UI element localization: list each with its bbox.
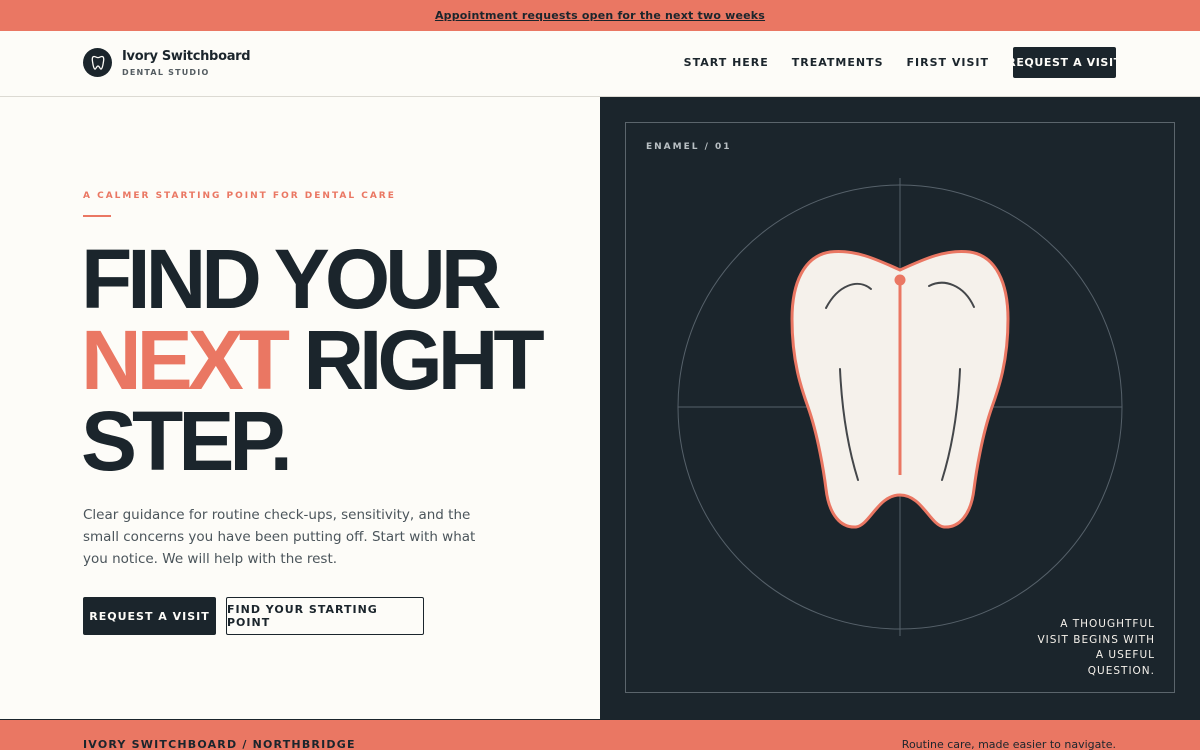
footer-tagline: Routine care, made easier to navigate.	[901, 738, 1116, 750]
tooth-illustration	[677, 178, 1123, 636]
eyebrow-divider	[83, 215, 111, 217]
caption-line: A USEFUL	[1095, 649, 1155, 661]
find-starting-point-button[interactable]: FIND YOUR STARTING POINT	[226, 597, 424, 635]
illustration-frame: ENAMEL / 01 A THOUGHTFUL VISIT BEGINS WI…	[625, 122, 1175, 693]
announcement-link[interactable]: Appointment requests open for the next t…	[435, 9, 765, 22]
headline-line-2: NEXT RIGHT	[81, 318, 545, 402]
hero-eyebrow: A CALMER STARTING POINT FOR DENTAL CARE	[83, 191, 396, 201]
footer-bar: IVORY SWITCHBOARD / NORTHBRIDGE Routine …	[0, 719, 1200, 750]
hero-content: A CALMER STARTING POINT FOR DENTAL CARE …	[0, 97, 600, 719]
hero-illustration-panel: ENAMEL / 01 A THOUGHTFUL VISIT BEGINS WI…	[600, 97, 1200, 719]
caption-line: QUESTION.	[1087, 664, 1155, 677]
caption-line: A THOUGHTFUL	[1060, 618, 1155, 630]
hero-headline: FIND YOUR NEXT RIGHT STEP.	[81, 232, 545, 488]
headline-line-1: FIND YOUR	[81, 232, 501, 326]
request-visit-nav-button[interactable]: REQUEST A VISIT	[1007, 47, 1121, 78]
caption-line: VISIT BEGINS WITH	[1037, 633, 1155, 646]
tooth-center-dot	[894, 274, 906, 286]
headline-line-2-rest: RIGHT	[285, 313, 544, 407]
brand-name: Ivory Switchboard	[122, 48, 251, 64]
site-header: Ivory Switchboard DENTAL STUDIO START HE…	[0, 31, 1200, 97]
illustration-caption: A THOUGHTFUL VISIT BEGINS WITH A USEFUL …	[1025, 617, 1155, 679]
nav-treatments[interactable]: TREATMENTS	[792, 56, 884, 69]
brand-logo[interactable]: Ivory Switchboard DENTAL STUDIO	[83, 48, 251, 77]
main-nav: START HERE TREATMENTS FIRST VISIT REQUES…	[661, 47, 1121, 78]
hero-description: Clear guidance for routine check-ups, se…	[83, 507, 476, 567]
headline-line-3: STEP.	[81, 394, 293, 488]
announcement-bar: Appointment requests open for the next t…	[0, 0, 1200, 31]
tooth-icon	[83, 48, 112, 77]
nav-first-visit[interactable]: FIRST VISIT	[907, 56, 989, 69]
brand-subtitle: DENTAL STUDIO	[122, 67, 210, 77]
nav-start-here[interactable]: START HERE	[684, 56, 769, 69]
footer-location: IVORY SWITCHBOARD / NORTHBRIDGE	[83, 738, 356, 750]
request-visit-button[interactable]: REQUEST A VISIT	[83, 597, 216, 635]
headline-accent-word: NEXT	[81, 313, 290, 407]
illustration-label: ENAMEL / 01	[646, 142, 732, 152]
